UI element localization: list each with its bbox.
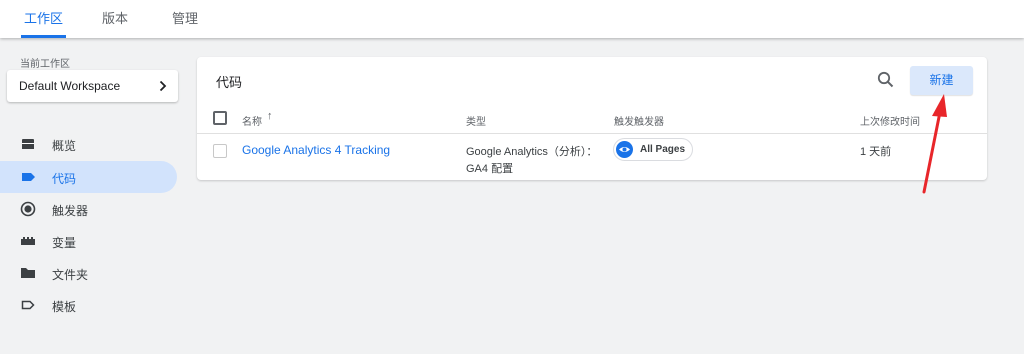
select-all-checkbox[interactable] (213, 111, 227, 125)
eye-icon (616, 141, 633, 158)
tag-type: Google Analytics（分析）： (466, 146, 598, 158)
sidebar-item-label: 触发器 (52, 204, 89, 218)
tag-name-link[interactable]: Google Analytics 4 Tracking (242, 143, 390, 157)
folder-icon (21, 268, 35, 278)
sidebar-item-tags[interactable]: 代码 (0, 161, 177, 193)
sidebar-item-overview[interactable]: 概览 (0, 128, 177, 160)
page-title: 代码 (216, 75, 243, 90)
sidebar-item-variables[interactable]: 变量 (0, 225, 177, 257)
variable-icon (21, 237, 35, 245)
column-header-type[interactable]: 类型 (466, 113, 486, 128)
tag-type-detail: GA4 配置 (466, 163, 514, 175)
row-checkbox[interactable] (213, 144, 227, 158)
trigger-name: All Pages (640, 144, 686, 155)
search-icon[interactable] (876, 70, 896, 90)
sidebar-item-templates[interactable]: 模板 (0, 289, 177, 321)
tab-versions[interactable]: 版本 (102, 0, 128, 38)
overview-icon (22, 139, 34, 149)
tags-card: 代码 新建 名称 ↑ 类型 触发触发器 上次修改时间 Google Analyt… (197, 57, 987, 180)
sidebar-item-label: 变量 (52, 236, 77, 250)
trigger-icon (20, 201, 36, 217)
sidebar-item-label: 模板 (52, 300, 77, 314)
tag-icon (22, 173, 35, 181)
chevron-right-icon (159, 80, 167, 92)
column-header-trigger[interactable]: 触发触发器 (614, 113, 664, 128)
divider (197, 133, 987, 134)
top-tab-bar: 工作区 版本 管理 (0, 0, 1024, 38)
sidebar-item-folders[interactable]: 文件夹 (0, 257, 177, 289)
workspace-selector[interactable]: Default Workspace (7, 70, 178, 102)
sidebar-item-label: 文件夹 (52, 268, 89, 282)
new-tag-button[interactable]: 新建 (910, 66, 973, 95)
workspace-name: Default Workspace (19, 79, 121, 93)
template-icon (21, 300, 35, 310)
sidebar-item-triggers[interactable]: 触发器 (0, 193, 177, 225)
sidebar-item-label: 概览 (52, 139, 77, 153)
sidebar-item-label: 代码 (52, 172, 77, 186)
tab-workspace[interactable]: 工作区 (20, 0, 67, 38)
column-header-name[interactable]: 名称 (242, 113, 262, 128)
trigger-chip[interactable]: All Pages (613, 138, 693, 161)
last-edited: 1 天前 (860, 146, 892, 158)
tab-admin[interactable]: 管理 (172, 0, 198, 38)
current-workspace-label: 当前工作区 (20, 59, 70, 70)
column-header-last-edited[interactable]: 上次修改时间 (860, 113, 920, 128)
sort-ascending-icon[interactable]: ↑ (267, 110, 273, 122)
